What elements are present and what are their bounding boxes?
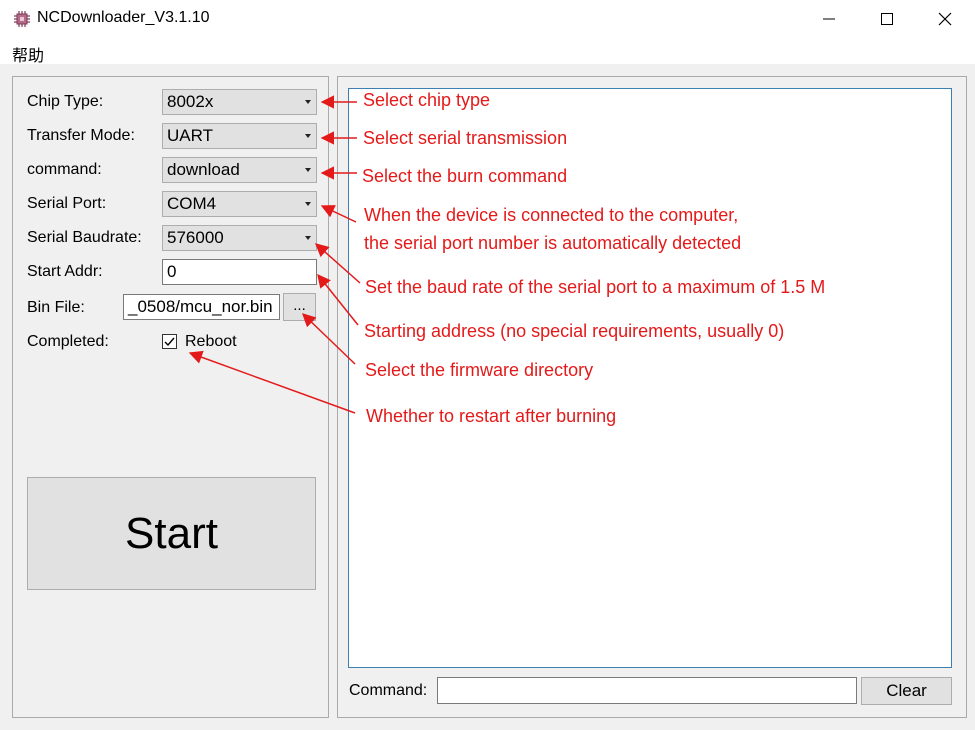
serial-port-label: Serial Port:: [27, 195, 107, 212]
bin-file-label: Bin File:: [27, 299, 85, 316]
dropdown-arrow-icon: [305, 100, 311, 104]
command-value: download: [167, 160, 240, 179]
maximize-icon: [881, 13, 893, 25]
annotation-serial-port-line2: the serial port number is automatically …: [364, 233, 742, 253]
command-type-label: command:: [27, 161, 102, 178]
annotation-bin-file: Select the firmware directory: [365, 360, 594, 380]
transfer-mode-label: Transfer Mode:: [27, 127, 135, 144]
transfer-mode-select[interactable]: UART: [162, 123, 317, 149]
menu-item-help[interactable]: 帮助: [12, 42, 44, 66]
reboot-checkbox[interactable]: [162, 334, 177, 349]
close-button[interactable]: [916, 0, 974, 38]
annotation-transfer-mode: Select serial transmission: [363, 128, 568, 148]
serial-port-select[interactable]: COM4: [162, 191, 317, 217]
browse-button[interactable]: ...: [283, 293, 316, 321]
annotation-reboot: Whether to restart after burning: [366, 406, 617, 426]
maximize-button[interactable]: [858, 0, 916, 38]
chip-type-label: Chip Type:: [27, 93, 104, 110]
serial-port-value: COM4: [167, 194, 217, 213]
baudrate-select[interactable]: 576000: [162, 225, 317, 251]
start-addr-label: Start Addr:: [27, 263, 103, 280]
annotation-serial-port-line1: When the device is connected to the comp…: [364, 205, 739, 225]
window-title: NCDownloader_V3.1.10: [37, 9, 210, 26]
reboot-label: Reboot: [185, 333, 237, 350]
baudrate-label: Serial Baudrate:: [27, 229, 142, 246]
clear-button[interactable]: Clear: [861, 677, 952, 705]
annotation-baudrate: Set the baud rate of the serial port to …: [365, 277, 826, 297]
chip-type-value: 8002x: [167, 92, 214, 111]
baudrate-value: 576000: [167, 228, 224, 247]
checkmark-icon: [164, 337, 175, 347]
chip-icon: [13, 10, 31, 28]
dropdown-arrow-icon: [305, 168, 311, 172]
close-icon: [938, 12, 952, 26]
start-addr-input[interactable]: 0: [162, 259, 317, 285]
command-select[interactable]: download: [162, 157, 317, 183]
dropdown-arrow-icon: [305, 134, 311, 138]
transfer-mode-value: UART: [167, 126, 213, 145]
annotation-start-addr: Starting address (no special requirement…: [364, 321, 785, 341]
menu-bar: [0, 38, 975, 64]
completed-label: Completed:: [27, 333, 109, 350]
command-label: Command:: [349, 682, 428, 699]
minimize-button[interactable]: [800, 0, 858, 38]
annotation-chip-type: Select chip type: [363, 90, 491, 110]
start-button[interactable]: Start: [27, 477, 316, 590]
dropdown-arrow-icon: [305, 202, 311, 206]
command-input[interactable]: [437, 677, 857, 704]
chip-type-select[interactable]: 8002x: [162, 89, 317, 115]
annotation-command: Select the burn command: [362, 166, 568, 186]
dropdown-arrow-icon: [305, 236, 311, 240]
bin-file-input[interactable]: _0508/mcu_nor.bin: [123, 294, 280, 320]
minimize-icon: [823, 18, 835, 20]
